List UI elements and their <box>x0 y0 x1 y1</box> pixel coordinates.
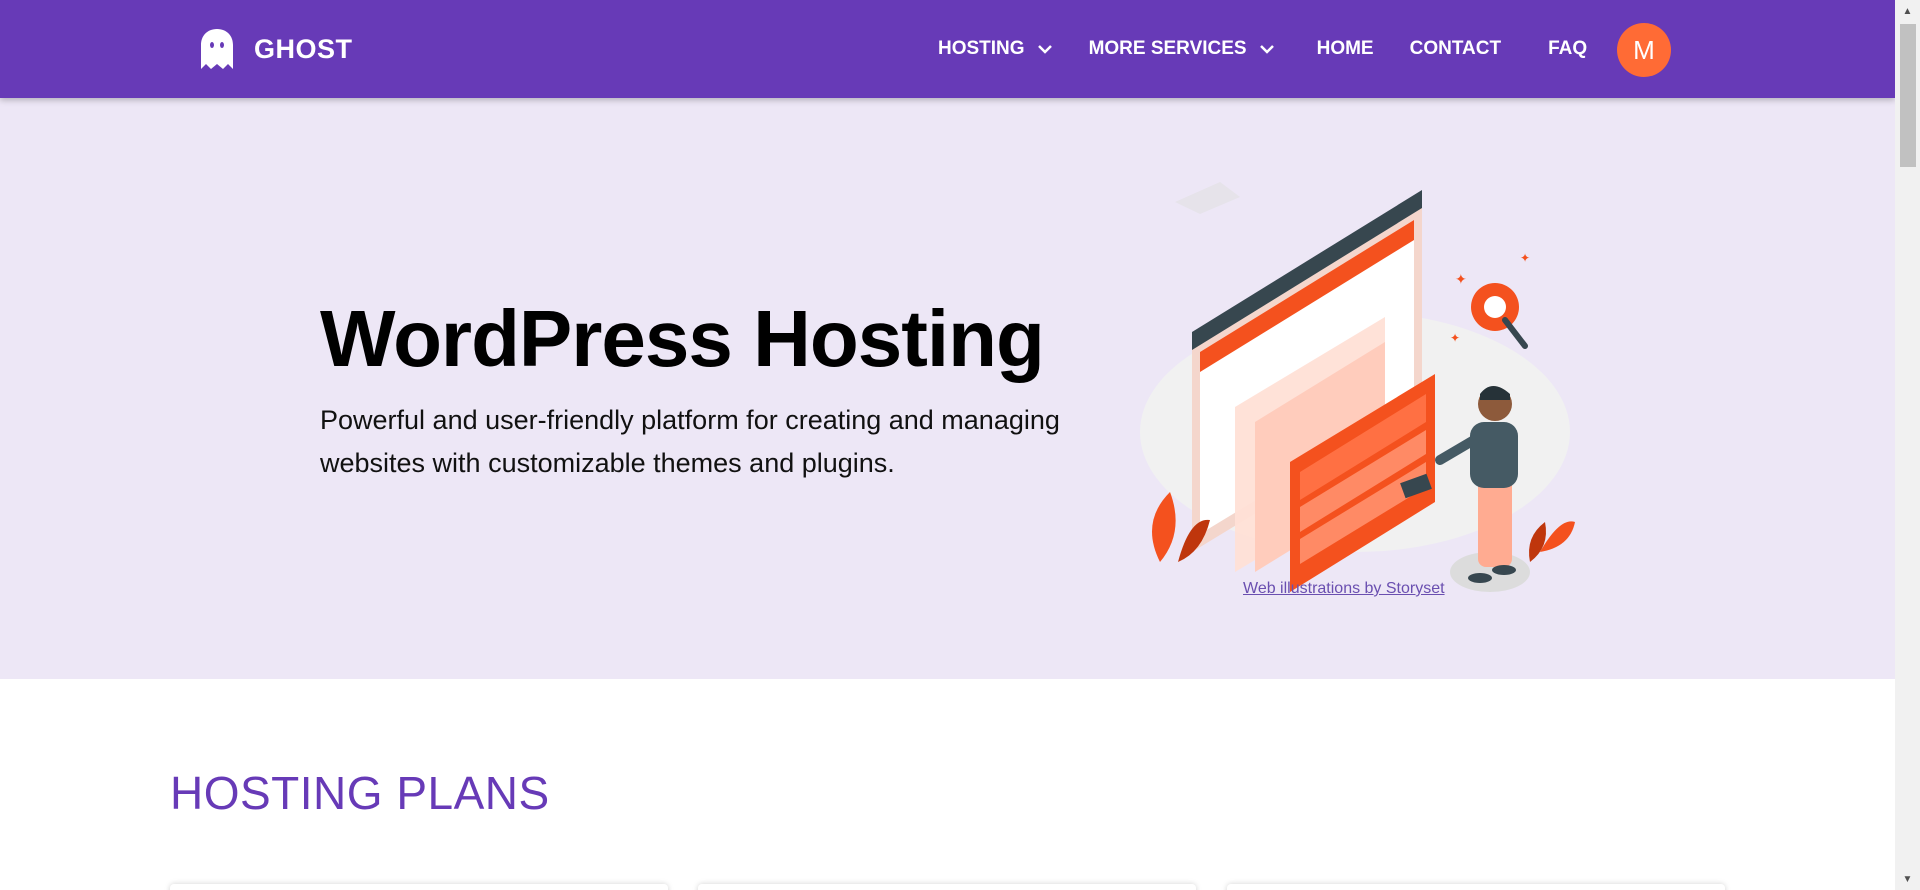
storyset-credit-link[interactable]: Web illustrations by Storyset <box>1243 580 1445 598</box>
nav-more-services[interactable]: MORE SERVICES <box>1089 38 1275 60</box>
user-avatar[interactable]: M <box>1617 23 1671 77</box>
nav-contact-label: CONTACT <box>1409 38 1502 59</box>
web-developer-illustration: ✦ ✦ ✦ <box>1140 182 1575 592</box>
hero-section: WordPress Hosting Powerful and user-frie… <box>0 98 1895 679</box>
chevron-down-icon <box>1037 45 1052 54</box>
nav-more-services-label: MORE SERVICES <box>1088 38 1247 59</box>
nav-home[interactable]: HOME <box>1317 38 1374 60</box>
hero-title: WordPress Hosting <box>320 294 1045 383</box>
nav-hosting[interactable]: HOSTING <box>938 38 1053 60</box>
navbar: GHOST HOSTING MORE SERVICES HOME CONTACT <box>0 0 1895 98</box>
plan-card[interactable] <box>170 884 668 890</box>
brand-name: GHOST <box>254 33 353 64</box>
plan-card[interactable] <box>1227 884 1725 890</box>
chevron-down-icon <box>1259 45 1274 54</box>
hero-description: Powerful and user-friendly platform for … <box>320 405 1060 478</box>
scroll-up-arrow-icon[interactable]: ▲ <box>1895 0 1920 22</box>
scroll-down-arrow-icon[interactable]: ▼ <box>1895 868 1920 890</box>
svg-text:✦: ✦ <box>1455 272 1467 288</box>
brand-link[interactable]: GHOST <box>200 24 353 74</box>
main-nav: HOSTING MORE SERVICES HOME CONTACT FAQ <box>938 0 1623 98</box>
plan-card[interactable] <box>698 884 1196 890</box>
svg-text:✦: ✦ <box>1520 251 1530 265</box>
ghost-icon <box>201 29 233 69</box>
nav-hosting-label: HOSTING <box>938 38 1025 59</box>
nav-home-label: HOME <box>1316 38 1374 59</box>
nav-faq[interactable]: FAQ <box>1548 38 1587 60</box>
nav-faq-label: FAQ <box>1548 38 1588 59</box>
vertical-scrollbar[interactable]: ▲ ▼ <box>1895 0 1920 890</box>
hosting-plans-title: HOSTING PLANS <box>170 767 550 819</box>
scrollbar-thumb[interactable] <box>1900 24 1916 167</box>
nav-contact[interactable]: CONTACT <box>1410 38 1501 60</box>
svg-text:✦: ✦ <box>1450 331 1460 345</box>
page: GHOST HOSTING MORE SERVICES HOME CONTACT <box>0 0 1895 890</box>
